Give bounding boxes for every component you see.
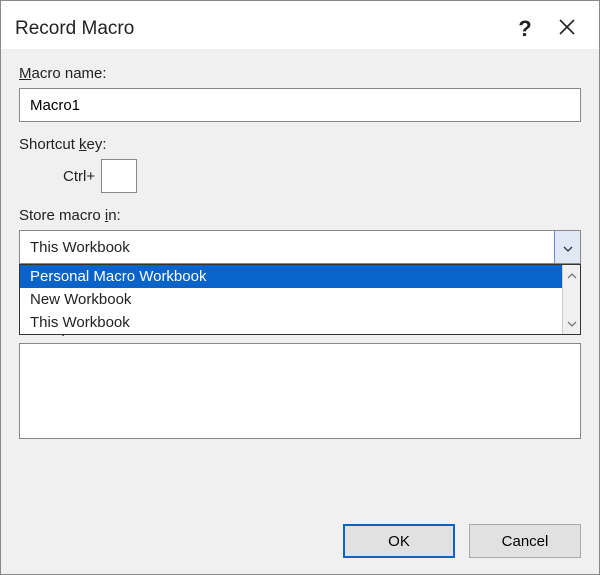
shortcut-key-label: Shortcut key:	[19, 136, 581, 153]
dropdown-scrollbar[interactable]	[562, 265, 580, 334]
titlebar: Record Macro ?	[1, 1, 599, 49]
record-macro-dialog: Record Macro ? Macro name: Shortcut key:…	[0, 0, 600, 575]
chevron-down-icon	[563, 239, 573, 256]
shortcut-key-input[interactable]	[101, 159, 137, 193]
shortcut-row: Ctrl+	[19, 159, 581, 193]
button-row: OK Cancel	[343, 524, 581, 558]
dialog-body: Macro name: Shortcut key: Ctrl+ Store ma…	[1, 49, 599, 574]
store-macro-combo-wrap: This Workbook Personal Macro Workbook Ne…	[19, 230, 581, 264]
dropdown-item-new[interactable]: New Workbook	[20, 288, 562, 311]
dialog-title: Record Macro	[15, 18, 501, 40]
store-macro-label: Store macro in:	[19, 207, 581, 224]
store-macro-combobox[interactable]: This Workbook	[19, 230, 581, 264]
cancel-button[interactable]: Cancel	[469, 524, 581, 558]
store-macro-selected: This Workbook	[20, 239, 554, 256]
chevron-up-icon	[567, 267, 577, 284]
ok-button[interactable]: OK	[343, 524, 455, 558]
help-button[interactable]: ?	[507, 13, 543, 45]
store-macro-dropdown: Personal Macro Workbook New Workbook Thi…	[19, 264, 581, 335]
close-icon	[559, 18, 575, 41]
macro-name-label: Macro name:	[19, 65, 581, 82]
dropdown-list: Personal Macro Workbook New Workbook Thi…	[20, 265, 562, 334]
dropdown-item-this[interactable]: This Workbook	[20, 311, 562, 334]
shortcut-prefix: Ctrl+	[63, 168, 95, 185]
combo-dropdown-button[interactable]	[554, 231, 580, 263]
description-textarea[interactable]	[19, 343, 581, 439]
dropdown-item-personal[interactable]: Personal Macro Workbook	[20, 265, 562, 288]
macro-name-input[interactable]	[19, 88, 581, 122]
chevron-down-icon	[567, 315, 577, 332]
close-button[interactable]	[549, 13, 585, 45]
